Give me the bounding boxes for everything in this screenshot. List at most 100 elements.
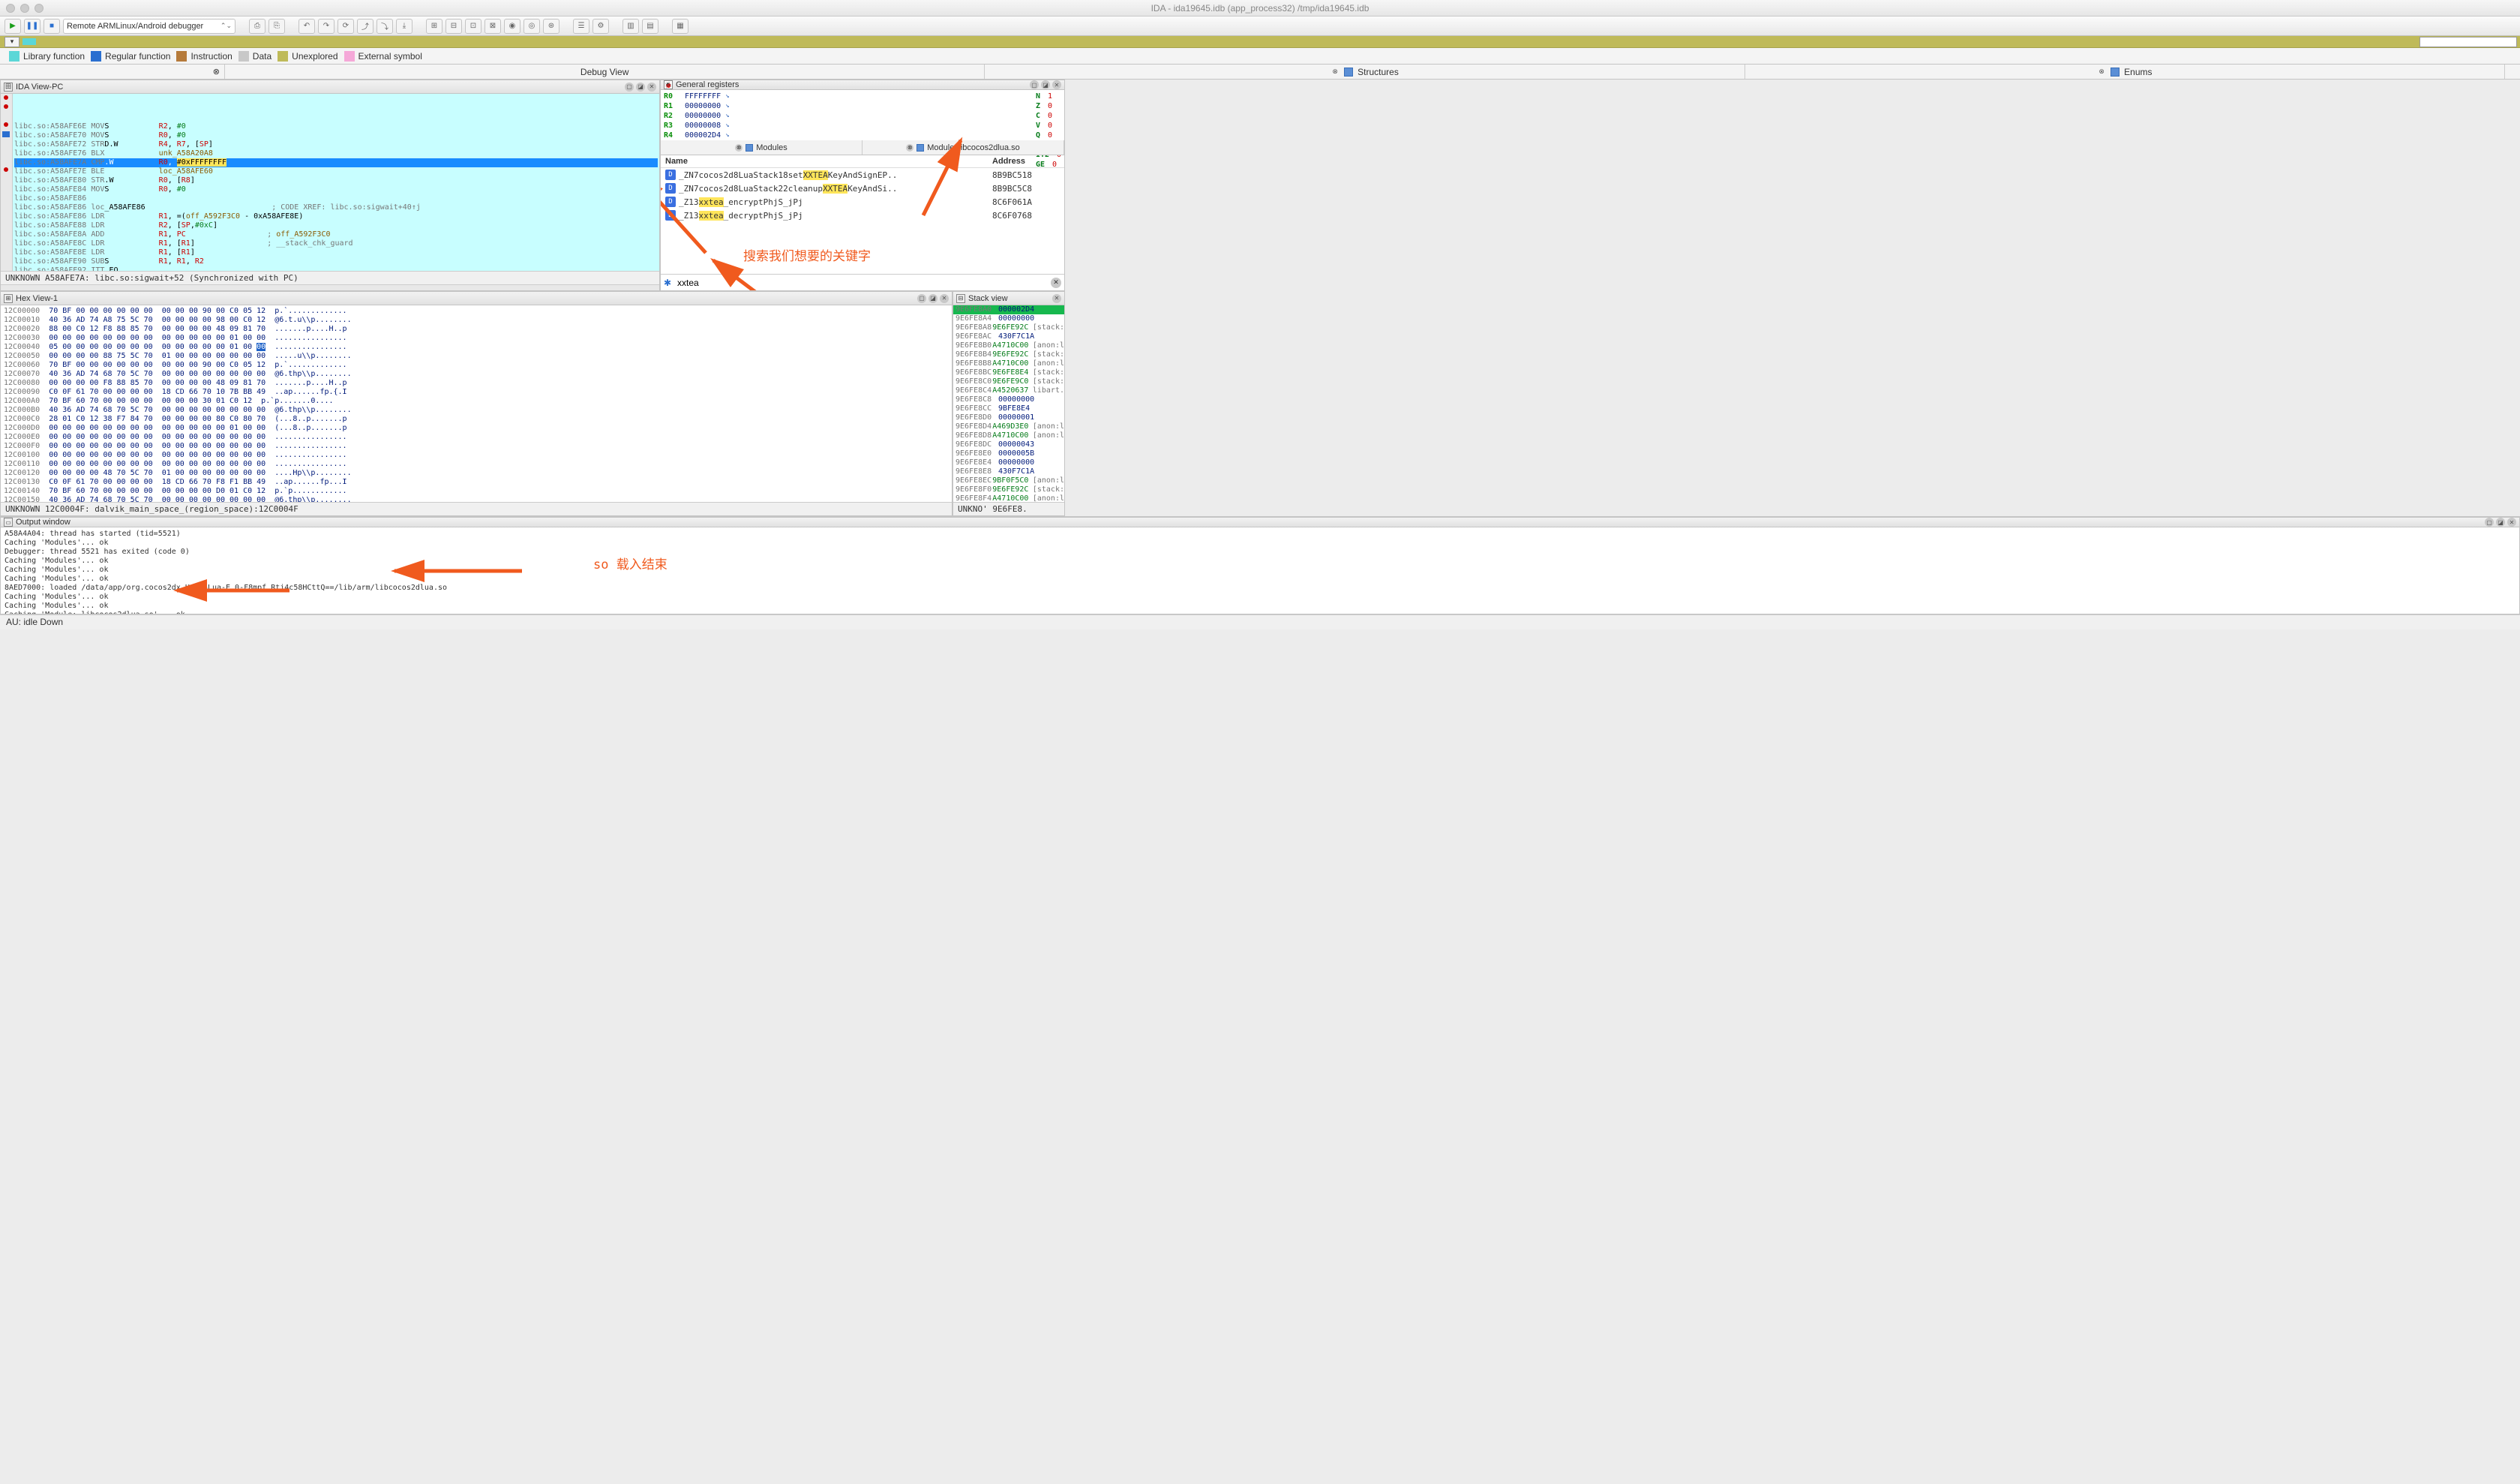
stack-row[interactable]: 9E6FE8D000000001 <box>953 413 1064 422</box>
register-row[interactable]: R0FFFFFFFF↘ <box>664 92 730 101</box>
stack-row[interactable]: 9E6FE8DC00000043 <box>953 440 1064 449</box>
stack-row[interactable]: 9E6FE8A89E6FE92C[stack: <box>953 323 1064 332</box>
breakpoint-icon[interactable] <box>4 95 8 100</box>
output-body[interactable]: A58A4A04: thread has started (tid=5521) … <box>1 527 2519 614</box>
tool-btn-7[interactable]: ⤵ <box>376 19 393 34</box>
flag-row[interactable]: V0 <box>1036 121 1061 131</box>
stack-row[interactable]: 9E6FE8B0A4710C00[anon:l <box>953 341 1064 350</box>
close-icon[interactable]: ⊗ <box>2097 68 2106 77</box>
module-row[interactable]: D_Z13xxtea_encryptPhjS_jPj8C6F061A <box>661 195 1064 209</box>
close-icon[interactable]: ✕ <box>1052 80 1061 89</box>
tool-btn-12[interactable]: ⊠ <box>484 19 501 34</box>
minimize-icon[interactable]: ▢ <box>917 294 926 303</box>
module-row[interactable]: D_ZN7cocos2d8LuaStack22cleanupXXTEAKeyAn… <box>661 182 1064 195</box>
stack-row[interactable]: 9E6FE8BC9E6FE8E4[stack: <box>953 368 1064 377</box>
symbol-address: 8C6F0768 <box>992 211 1060 221</box>
tab-label: Structures <box>1358 67 1399 77</box>
breakpoint-icon[interactable] <box>4 122 8 127</box>
register-row[interactable]: R100000000↘ <box>664 101 730 111</box>
flag-row[interactable]: C0 <box>1036 111 1061 121</box>
flag-row[interactable]: N1 <box>1036 92 1061 101</box>
stack-row[interactable]: 9E6FE8D4A469D3E0[anon:l <box>953 422 1064 431</box>
module-row[interactable]: D_ZN7cocos2d8LuaStack18setXXTEAKeyAndSig… <box>661 168 1064 182</box>
minimize-icon[interactable]: ▢ <box>1030 80 1039 89</box>
nav-right-select[interactable] <box>2420 37 2517 47</box>
close-icon[interactable]: ✕ <box>1052 294 1061 303</box>
legend-item: Instruction <box>176 51 232 62</box>
stack-row[interactable]: 9E6FE8AC430F7C1A <box>953 332 1064 341</box>
stop-button[interactable]: ■ <box>44 19 60 34</box>
minimize-icon[interactable]: ▢ <box>625 83 634 92</box>
minimize-icon[interactable]: ▢ <box>2485 518 2494 527</box>
modules-icon <box>746 144 753 152</box>
stack-row[interactable]: 9E6FE8E00000005B <box>953 449 1064 458</box>
tool-btn-18[interactable]: ▥ <box>622 19 639 34</box>
tab-structures[interactable]: ⊗ Structures <box>985 65 1744 79</box>
clear-icon[interactable]: ✕ <box>1051 278 1061 288</box>
stack-body[interactable]: 9E6FE8A0000002D49E6FE8A4000000009E6FE8A8… <box>953 305 1064 502</box>
register-row[interactable]: R200000000↘ <box>664 111 730 121</box>
tool-btn-16[interactable]: ☰ <box>573 19 590 34</box>
tool-btn-6[interactable]: ⤴ <box>357 19 374 34</box>
tool-btn-2[interactable]: ⎘ <box>268 19 285 34</box>
tool-btn-20[interactable]: ▦ <box>672 19 688 34</box>
tool-btn-3[interactable]: ↶ <box>298 19 315 34</box>
stack-row[interactable]: 9E6FE8A0000002D4 <box>953 305 1064 314</box>
tool-btn-11[interactable]: ⊡ <box>465 19 482 34</box>
register-row[interactable]: R300000008↘ <box>664 121 730 131</box>
stack-row[interactable]: 9E6FE8C4A4520637libart. <box>953 386 1064 395</box>
stack-row[interactable]: 9E6FE8D8A4710C00[anon:l <box>953 431 1064 440</box>
close-icon[interactable]: ⊗ <box>906 144 914 152</box>
disassembly-view[interactable]: libc.so:A58AFE6E MOVS R2, #0libc.so:A58A… <box>1 94 659 271</box>
stack-row[interactable]: 9E6FE8CC9BFE8E4 <box>953 404 1064 413</box>
close-icon[interactable]: ⊗ <box>735 144 742 152</box>
tool-btn-9[interactable]: ⊞ <box>426 19 442 34</box>
stack-row[interactable]: 9E6FE8E8430F7C1A <box>953 467 1064 476</box>
tool-btn-13[interactable]: ◉ <box>504 19 520 34</box>
close-icon[interactable]: ✕ <box>647 83 656 92</box>
close-icon[interactable]: ✕ <box>940 294 949 303</box>
restore-icon[interactable]: ◪ <box>2496 518 2505 527</box>
module-row[interactable]: D_Z13xxtea_decryptPhjS_jPj8C6F0768 <box>661 209 1064 222</box>
stack-row[interactable]: 9E6FE8EC9BF0F5C0[anon:l <box>953 476 1064 485</box>
run-button[interactable]: ▶ <box>4 19 21 34</box>
flag-row[interactable]: Z0 <box>1036 101 1061 111</box>
register-row[interactable]: R4000002D4↘ <box>664 131 730 140</box>
flag-row[interactable]: Q0 <box>1036 131 1061 140</box>
restore-icon[interactable]: ◪ <box>928 294 938 303</box>
stack-row[interactable]: 9E6FE8F4A4710C00[anon:l <box>953 494 1064 502</box>
tool-btn-15[interactable]: ⊛ <box>543 19 560 34</box>
debugger-select[interactable]: Remote ARMLinux/Android debugger ⌃⌄ <box>63 19 236 34</box>
tool-btn-4[interactable]: ↷ <box>318 19 334 34</box>
tab-debug-view[interactable]: Debug View <box>225 65 985 79</box>
tool-btn-8[interactable]: ⤓ <box>396 19 412 34</box>
tool-btn-14[interactable]: ◎ <box>524 19 540 34</box>
close-icon[interactable]: ✕ <box>2507 518 2516 527</box>
stack-row[interactable]: 9E6FE8E400000000 <box>953 458 1064 467</box>
tool-btn-1[interactable]: ⎙ <box>249 19 266 34</box>
restore-icon[interactable]: ◪ <box>1041 80 1050 89</box>
hex-body[interactable]: 12C00000 70 BF 00 00 00 00 00 00 00 00 0… <box>1 305 952 502</box>
stack-row[interactable]: 9E6FE8F09E6FE92C[stack: <box>953 485 1064 494</box>
close-icon[interactable]: ⊗ <box>1330 68 1340 77</box>
tool-btn-10[interactable]: ⊟ <box>446 19 462 34</box>
tool-btn-19[interactable]: ▤ <box>642 19 658 34</box>
scrollbar[interactable] <box>1 284 659 290</box>
tool-btn-5[interactable]: ⟳ <box>338 19 354 34</box>
tab-modules[interactable]: ⊗ Modules <box>661 140 862 155</box>
nav-dropdown[interactable]: ▾ <box>4 37 20 47</box>
stack-row[interactable]: 9E6FE8B8A4710C00[anon:l <box>953 359 1064 368</box>
stack-row[interactable]: 9E6FE8A400000000 <box>953 314 1064 323</box>
tool-btn-17[interactable]: ⚙ <box>592 19 609 34</box>
restore-icon[interactable]: ◪ <box>636 83 645 92</box>
arrow-icon <box>916 133 976 223</box>
stack-row[interactable]: 9E6FE8B49E6FE92C[stack: <box>953 350 1064 359</box>
registers-icon: 🐞 <box>664 80 673 89</box>
stack-row[interactable]: 9E6FE8C09E6FE9C0[stack: <box>953 377 1064 386</box>
tab-enums[interactable]: ⊗ Enums <box>1745 65 2505 79</box>
pause-button[interactable]: ❚❚ <box>24 19 40 34</box>
stack-row[interactable]: 9E6FE8C800000000 <box>953 395 1064 404</box>
col-address[interactable]: Address <box>992 157 1060 166</box>
close-icon[interactable]: ⊗ <box>213 67 220 77</box>
breakpoint-icon[interactable] <box>4 104 8 109</box>
